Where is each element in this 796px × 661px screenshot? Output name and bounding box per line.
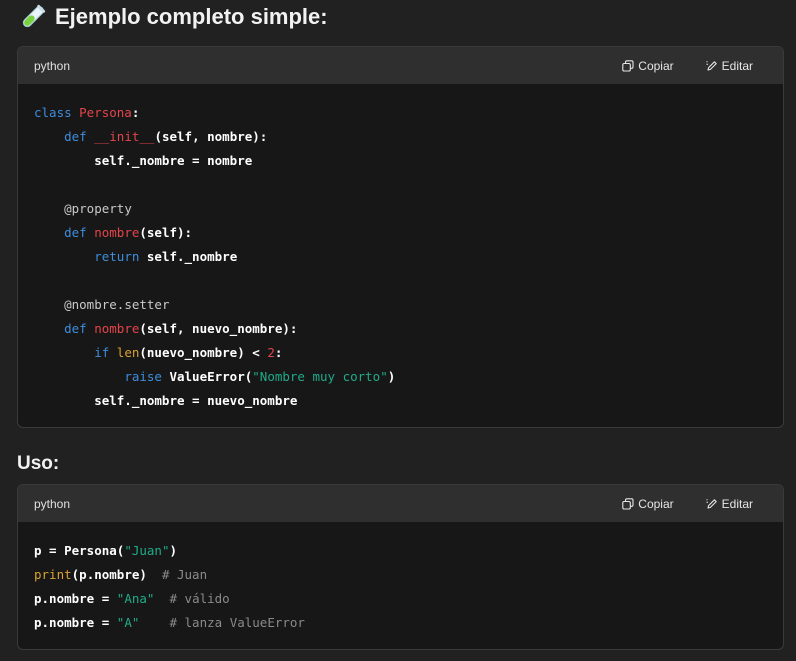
code-block-class: python Copiar Editar class Persona: def … [17,46,784,428]
copy-icon [622,59,634,72]
code-block-header: python Copiar Editar [18,47,783,84]
copy-button-label: Copiar [638,496,674,511]
code-token: (self, nombre): [154,129,268,144]
code-line: p.nombre = "A" # lanza ValueError [34,611,767,635]
code-token: self._nombre = nuevo_nombre [34,393,298,408]
chat-response: Ejemplo completo simple: python Copiar E… [0,0,796,661]
code-token: len [116,345,140,360]
code-token: @property [64,201,132,216]
code-token: (p.nombre) [71,567,162,582]
pencil-icon [705,498,717,509]
copy-button-label: Copiar [638,58,674,73]
code-token: return [94,249,147,264]
code-token: nombre [94,321,140,336]
section-heading-text: Uso: [17,453,60,474]
section-heading-example: Ejemplo completo simple: [19,0,328,34]
code-line: def nombre(self): [34,221,767,245]
code-line: def __init__(self, nombre): [34,125,767,149]
code-token: (self): [139,225,193,240]
code-token: class [34,105,80,120]
code-token: # lanza ValueError [169,615,305,630]
code-token: p = Persona( [34,543,125,558]
code-line: @property [34,197,767,221]
code-token: # Juan [161,567,208,582]
code-line: def nombre(self, nuevo_nombre): [34,317,767,341]
code-token: "A" [116,615,140,630]
code-token: def [64,129,95,144]
pencil-icon [705,60,717,71]
code-token: : [131,105,140,120]
code-token: self._nombre [146,249,238,264]
edit-button[interactable]: Editar [705,496,753,511]
code-token: (nuevo_nombre) < [139,345,268,360]
code-token: def [64,225,95,240]
code-token: def [64,321,95,336]
code-line: return self._nombre [34,245,767,269]
edit-button-label: Editar [721,496,753,511]
code-token: ValueError( [169,369,253,384]
copy-button[interactable]: Copiar [622,496,674,511]
code-token: ) [387,369,396,384]
section-heading-text: Ejemplo completo simple: [55,4,328,29]
code-line: class Persona: [34,101,767,125]
code-content: class Persona: def __init__(self, nombre… [18,84,783,413]
code-line: self._nombre = nombre [34,149,767,173]
code-line: raise ValueError("Nombre muy corto") [34,365,767,389]
code-token: 2 [267,345,275,360]
code-content: p = Persona("Juan") print(p.nombre) # Jua… [18,522,783,635]
section-heading-uso: Uso: [17,447,59,481]
code-token: Persona [79,105,132,120]
code-block-usage: python Copiar Editar p = Persona("Juan")… [17,484,784,650]
code-token: raise [124,369,170,384]
code-token: ) [169,543,177,558]
code-token: nombre [94,225,140,240]
edit-button[interactable]: Editar [705,58,753,73]
copy-icon [622,497,634,510]
edit-button-label: Editar [721,58,753,73]
test-tube-icon [19,3,47,31]
code-token: : [274,345,283,360]
code-language-label: python [34,496,71,511]
copy-button[interactable]: Copiar [622,58,674,73]
code-line: print(p.nombre) # Juan [34,563,767,587]
code-line: self._nombre = nuevo_nombre [34,389,767,413]
code-line: if len(nuevo_nombre) < 2: [34,341,767,365]
code-token: self._nombre = nombre [34,153,253,168]
code-token: "Ana" [116,591,155,606]
code-language-label: python [34,58,71,73]
code-token: p.nombre = [34,591,117,606]
code-token: "Nombre muy corto" [252,369,388,384]
code-token: "Juan" [124,543,170,558]
code-token: @nombre.setter [64,297,170,312]
code-token: (self, nuevo_nombre): [139,321,298,336]
code-token: print [34,567,72,582]
code-token: # válido [169,591,230,606]
code-token: p.nombre = [34,615,117,630]
code-line: @nombre.setter [34,293,767,317]
code-token: __init__ [94,129,155,144]
code-line: p = Persona("Juan") [34,539,767,563]
code-block-header: python Copiar Editar [18,485,783,522]
code-token: if [94,345,117,360]
code-line: p.nombre = "Ana" # válido [34,587,767,611]
